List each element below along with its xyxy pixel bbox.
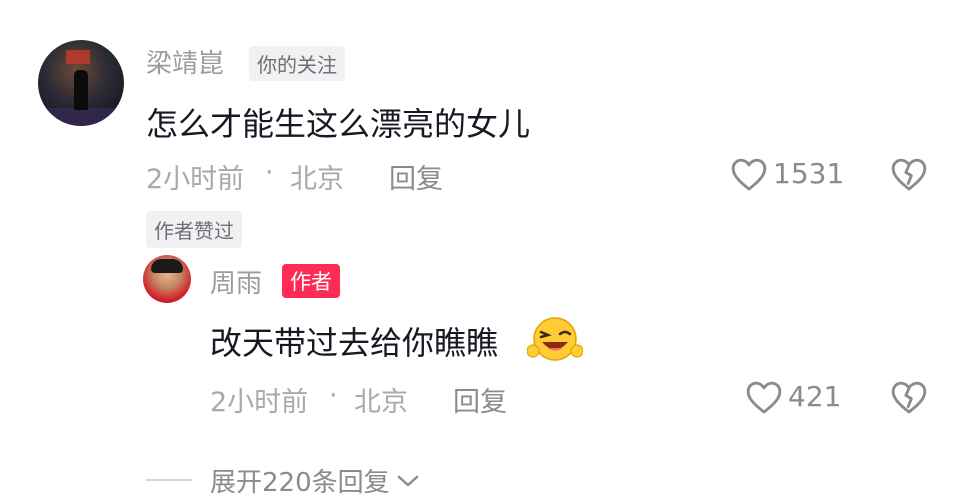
reply-button[interactable]: 回复 — [389, 157, 443, 196]
dislike-button[interactable] — [890, 156, 928, 192]
reply-location: 北京 — [354, 387, 408, 418]
expand-replies-label: 展开220条回复 — [210, 468, 390, 498]
broken-heart-icon — [891, 381, 927, 414]
expand-replies-button[interactable]: 展开220条回复 — [210, 462, 422, 499]
reply-time: 2小时前 — [210, 387, 309, 418]
broken-heart-icon — [891, 158, 927, 191]
separator-dot: · — [265, 157, 274, 188]
chevron-down-icon — [397, 475, 418, 486]
author-liked-tag: 作者赞过 — [146, 211, 242, 248]
commenter-username[interactable]: 梁靖崑 — [146, 43, 224, 80]
separator-dot: · — [329, 380, 338, 411]
like-count: 1531 — [773, 157, 845, 190]
expand-divider — [146, 479, 192, 481]
comment-time: 2小时前 — [146, 164, 245, 195]
heart-icon — [746, 381, 782, 414]
heart-icon — [731, 158, 767, 191]
reply-like-count: 421 — [788, 380, 842, 413]
reply-dislike-button[interactable] — [890, 379, 928, 415]
like-button[interactable] — [730, 156, 768, 192]
reply-text: 改天带过去给你瞧瞧 — [210, 324, 499, 362]
comment-location: 北京 — [290, 164, 344, 195]
replier-username[interactable]: 周雨 — [210, 263, 262, 300]
reply-like-button[interactable] — [745, 379, 783, 415]
comment-text: 怎么才能生这么漂亮的女儿 — [146, 105, 531, 143]
following-tag: 你的关注 — [249, 46, 345, 81]
reply-reply-button[interactable]: 回复 — [453, 380, 507, 419]
replier-avatar[interactable] — [143, 255, 191, 303]
author-tag: 作者 — [282, 264, 340, 298]
grinning-wink-emoji — [527, 315, 583, 363]
commenter-avatar[interactable] — [38, 40, 124, 126]
